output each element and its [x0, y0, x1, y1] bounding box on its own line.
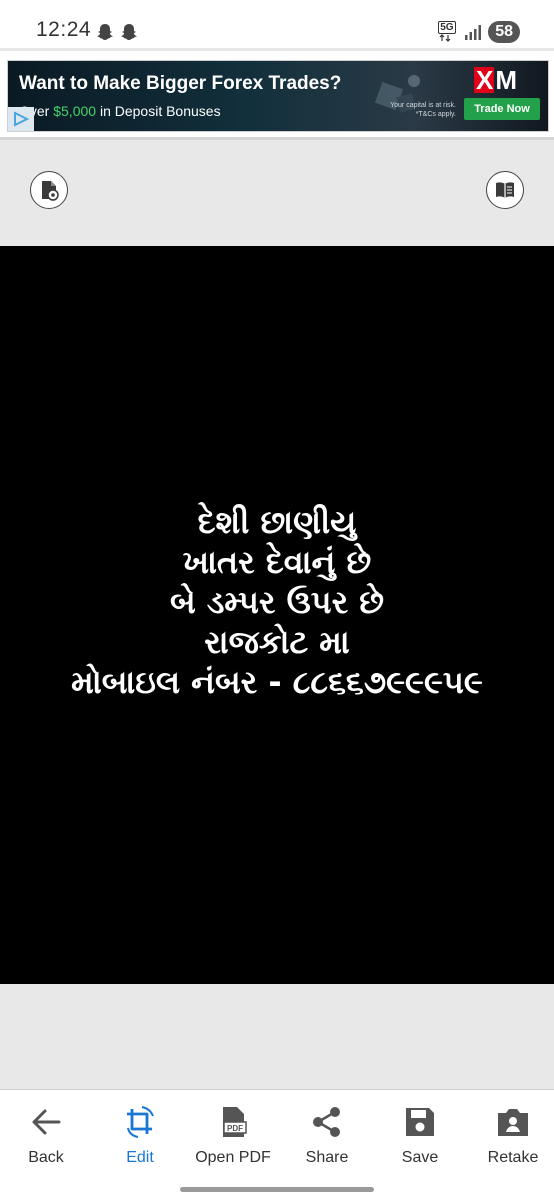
bottom-toolbar: Back Edit PDF Open PDF Share Save Retake: [0, 1089, 554, 1180]
document-viewer: દેશી છાણીયુ ખાતર દેવાનું છે બે ડમ્પર ઉપર…: [0, 140, 554, 1090]
save-label: Save: [401, 1149, 439, 1166]
text-line: ખાતર દેવાનું છે: [182, 543, 372, 581]
file-lock-icon: [42, 181, 59, 201]
status-indicators: 5G 58: [436, 20, 520, 44]
svg-text:PDF: PDF: [227, 1124, 243, 1133]
pdf-icon: PDF: [223, 1107, 247, 1137]
document-page: દેશી છાણીયુ ખાતર દેવાનું છે બે ડમ્પર ઉપર…: [0, 246, 554, 984]
book-button[interactable]: [486, 171, 524, 209]
text-line: રાજકોટ મા: [204, 623, 350, 661]
save-button[interactable]: Save: [374, 1090, 466, 1180]
edit-label: Edit: [126, 1149, 154, 1166]
home-indicator[interactable]: [180, 1187, 374, 1192]
xm-logo: XM: [474, 65, 517, 95]
document-text: દેશી છાણીયુ ખાતર દેવાનું છે બે ડમ્પર ઉપર…: [0, 502, 554, 702]
file-lock-button[interactable]: [30, 171, 68, 209]
ad-container: Want to Make Bigger Forex Trades? Over $…: [0, 51, 554, 137]
open-pdf-label: Open PDF: [195, 1149, 271, 1166]
save-icon: [406, 1108, 434, 1136]
signal-icon: [465, 25, 482, 40]
network-5g-icon: 5G: [436, 21, 458, 43]
snapchat-icon: [97, 24, 113, 40]
text-line: મોબાઇલ નંબર - ૮૮૬૬૭૯૯૯૫૯: [71, 663, 483, 701]
open-pdf-button[interactable]: PDF Open PDF: [187, 1090, 279, 1180]
ad-headline: Want to Make Bigger Forex Trades?: [19, 73, 342, 94]
crop-rotate-icon: [127, 1106, 154, 1138]
text-line: બે ડમ્પર ઉપર છે: [170, 583, 384, 621]
trade-now-button[interactable]: Trade Now: [464, 98, 540, 120]
arrow-left-icon: [32, 1109, 61, 1135]
status-bar: 12:24 5G 58: [0, 0, 554, 50]
edit-button[interactable]: Edit: [94, 1090, 186, 1180]
ad-choices-icon[interactable]: [8, 107, 34, 131]
battery-indicator: 58: [488, 21, 520, 43]
ad-banner[interactable]: Want to Make Bigger Forex Trades? Over $…: [7, 60, 549, 132]
share-button[interactable]: Share: [281, 1090, 373, 1180]
retake-label: Retake: [487, 1149, 539, 1166]
back-label: Back: [28, 1149, 64, 1166]
status-time: 12:24: [36, 18, 92, 41]
book-icon: [496, 182, 514, 198]
camera-retake-icon: [498, 1109, 528, 1136]
text-line: દેશી છાણીયુ: [197, 503, 357, 541]
ad-subtitle: Over $5,000 in Deposit Bonuses: [19, 103, 221, 119]
ad-disclaimer: Your capital is at risk. *T&Cs apply.: [390, 102, 456, 118]
snapchat-icon: [121, 24, 137, 40]
back-button[interactable]: Back: [0, 1090, 92, 1180]
retake-button[interactable]: Retake: [467, 1090, 554, 1180]
share-label: Share: [305, 1149, 349, 1166]
share-icon: [313, 1107, 340, 1137]
